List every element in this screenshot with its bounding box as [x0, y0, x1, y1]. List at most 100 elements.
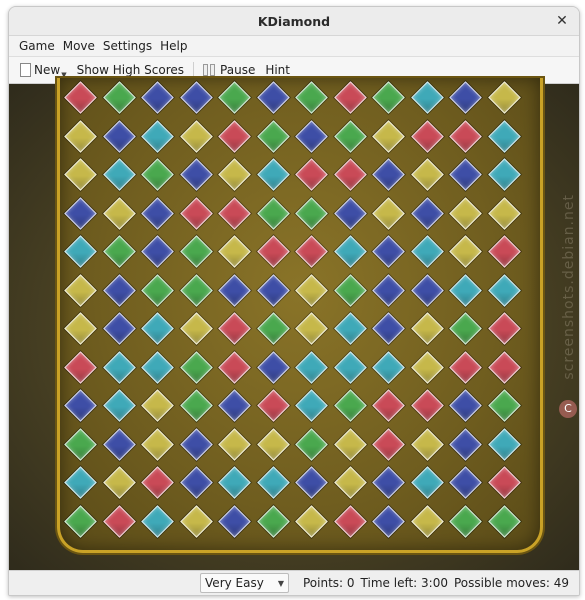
gem-yellow[interactable]: [449, 196, 482, 230]
gem-yellow[interactable]: [64, 119, 97, 153]
gem-red[interactable]: [333, 504, 367, 538]
gem-red[interactable]: [218, 119, 251, 153]
gem-blue[interactable]: [372, 312, 405, 345]
gem-cyan[interactable]: [141, 350, 174, 384]
gem-green[interactable]: [256, 312, 290, 345]
gem-red[interactable]: [256, 389, 290, 422]
gem-yellow[interactable]: [410, 312, 444, 345]
gem-blue[interactable]: [141, 235, 174, 268]
gem-cyan[interactable]: [372, 350, 405, 384]
gem-cyan[interactable]: [410, 235, 444, 268]
menu-help[interactable]: Help: [156, 39, 191, 53]
gem-green[interactable]: [449, 504, 482, 538]
gem-cyan[interactable]: [487, 119, 521, 153]
gem-red[interactable]: [410, 389, 444, 422]
gem-cyan[interactable]: [487, 273, 521, 307]
gem-cyan[interactable]: [449, 273, 482, 307]
gem-blue[interactable]: [218, 389, 251, 422]
gem-green[interactable]: [141, 273, 174, 307]
gem-yellow[interactable]: [410, 350, 444, 384]
gem-red[interactable]: [102, 504, 136, 538]
gem-blue[interactable]: [218, 504, 251, 538]
gem-blue[interactable]: [179, 466, 213, 499]
gem-blue[interactable]: [256, 81, 290, 114]
gem-red[interactable]: [372, 427, 405, 461]
gem-yellow[interactable]: [410, 158, 444, 191]
gem-green[interactable]: [64, 427, 97, 461]
gem-yellow[interactable]: [179, 119, 213, 153]
gem-red[interactable]: [487, 350, 521, 384]
gem-green[interactable]: [218, 81, 251, 114]
gem-green[interactable]: [141, 158, 174, 191]
gem-green[interactable]: [179, 350, 213, 384]
gem-blue[interactable]: [449, 389, 482, 422]
gem-cyan[interactable]: [218, 466, 251, 499]
gem-red[interactable]: [295, 158, 328, 191]
gem-red[interactable]: [449, 350, 482, 384]
gem-cyan[interactable]: [64, 235, 97, 268]
gem-yellow[interactable]: [333, 466, 367, 499]
gem-green[interactable]: [256, 196, 290, 230]
gem-red[interactable]: [487, 235, 521, 268]
gem-yellow[interactable]: [179, 504, 213, 538]
gem-red[interactable]: [179, 196, 213, 230]
gem-green[interactable]: [64, 504, 97, 538]
gem-blue[interactable]: [141, 196, 174, 230]
gem-red[interactable]: [410, 119, 444, 153]
gem-red[interactable]: [487, 466, 521, 499]
gem-yellow[interactable]: [487, 81, 521, 114]
game-board[interactable]: [57, 78, 543, 553]
gem-blue[interactable]: [372, 158, 405, 191]
gem-cyan[interactable]: [256, 158, 290, 191]
gem-yellow[interactable]: [179, 312, 213, 345]
gem-green[interactable]: [179, 235, 213, 268]
menu-game[interactable]: Game: [15, 39, 59, 53]
gem-cyan[interactable]: [410, 81, 444, 114]
gem-yellow[interactable]: [295, 504, 328, 538]
gem-red[interactable]: [487, 312, 521, 345]
gem-yellow[interactable]: [64, 312, 97, 345]
gem-green[interactable]: [333, 389, 367, 422]
gem-yellow[interactable]: [295, 312, 328, 345]
gem-red[interactable]: [333, 81, 367, 114]
gem-cyan[interactable]: [141, 119, 174, 153]
gem-blue[interactable]: [102, 427, 136, 461]
gem-cyan[interactable]: [333, 350, 367, 384]
gem-yellow[interactable]: [64, 158, 97, 191]
gem-yellow[interactable]: [487, 196, 521, 230]
gem-cyan[interactable]: [64, 466, 97, 499]
gem-yellow[interactable]: [64, 273, 97, 307]
gem-green[interactable]: [295, 81, 328, 114]
gem-blue[interactable]: [372, 273, 405, 307]
gem-blue[interactable]: [295, 466, 328, 499]
gem-cyan[interactable]: [141, 312, 174, 345]
gem-cyan[interactable]: [333, 235, 367, 268]
gem-yellow[interactable]: [410, 504, 444, 538]
gem-blue[interactable]: [295, 119, 328, 153]
gem-cyan[interactable]: [487, 158, 521, 191]
gem-blue[interactable]: [141, 81, 174, 114]
gem-yellow[interactable]: [218, 427, 251, 461]
difficulty-select[interactable]: Very Easy ▼: [200, 573, 289, 593]
gem-cyan[interactable]: [141, 504, 174, 538]
gem-cyan[interactable]: [102, 158, 136, 191]
gem-green[interactable]: [102, 81, 136, 114]
gem-green[interactable]: [372, 81, 405, 114]
gem-red[interactable]: [218, 196, 251, 230]
gem-blue[interactable]: [333, 196, 367, 230]
gem-blue[interactable]: [449, 81, 482, 114]
gem-yellow[interactable]: [218, 158, 251, 191]
gem-green[interactable]: [333, 273, 367, 307]
close-icon[interactable]: ✕: [553, 12, 571, 30]
gem-yellow[interactable]: [141, 389, 174, 422]
gem-green[interactable]: [487, 389, 521, 422]
gem-blue[interactable]: [410, 196, 444, 230]
gem-cyan[interactable]: [295, 350, 328, 384]
gem-cyan[interactable]: [102, 350, 136, 384]
gem-green[interactable]: [256, 504, 290, 538]
gem-blue[interactable]: [64, 389, 97, 422]
gem-green[interactable]: [295, 427, 328, 461]
gem-yellow[interactable]: [295, 273, 328, 307]
gem-blue[interactable]: [449, 466, 482, 499]
gem-blue[interactable]: [218, 273, 251, 307]
